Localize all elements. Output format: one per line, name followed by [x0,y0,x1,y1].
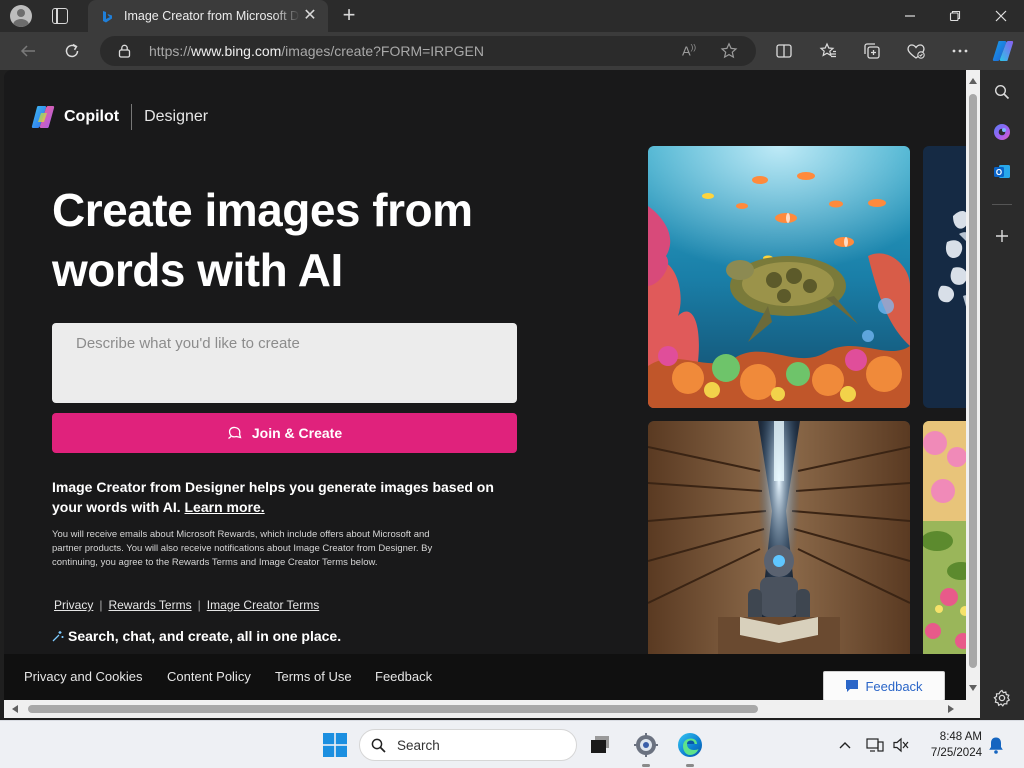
promo-text: Search, chat, and create, all in one pla… [52,628,341,644]
volume-muted-icon[interactable] [892,736,910,754]
browser-toolbar: https://www.bing.com/images/create?FORM=… [0,32,1024,70]
horizontal-scrollbar[interactable] [4,700,966,718]
footer-privacy-link[interactable]: Privacy and Cookies [24,669,143,684]
clock-date: 7/25/2024 [930,747,982,759]
rewards-terms-link[interactable]: Rewards Terms [108,598,191,612]
prompt-box[interactable] [52,323,517,403]
running-indicator [642,764,650,767]
favorites-icon[interactable] [818,41,838,61]
refresh-icon[interactable] [62,41,82,61]
task-view-icon[interactable] [587,732,613,758]
search-icon[interactable] [992,82,1012,102]
copilot-sidebar-icon[interactable] [992,122,1012,142]
sparkle-icon [52,631,64,642]
read-aloud-icon[interactable]: A)) [682,43,696,58]
join-create-button[interactable]: Join & Create [52,413,517,453]
windows-taskbar: Search 8:48 AM 7/25/2024 [0,720,1024,768]
split-screen-icon[interactable] [774,41,794,61]
url-text[interactable]: https://www.bing.com/images/create?FORM=… [149,43,484,59]
profile-icon[interactable] [10,5,32,27]
sample-image-library[interactable] [648,421,910,661]
vertical-scrollbar[interactable] [966,70,980,700]
page-title: Create images from words with AI [52,184,473,296]
legal-text: You will receive emails about Microsoft … [52,529,433,568]
browser-viewport: Copilot Designer Create images from word… [4,70,980,718]
close-window-icon[interactable] [978,0,1024,32]
sample-image-reef[interactable] [648,146,910,408]
close-icon[interactable]: ✕ [302,8,318,24]
join-create-label: Join & Create [251,425,343,441]
footer-feedback-link[interactable]: Feedback [375,669,432,684]
taskbar-clock[interactable]: 8:48 AM 7/25/2024 [914,729,982,761]
brand-divider [131,104,133,130]
back-icon[interactable] [18,41,38,61]
restore-icon[interactable] [932,0,978,32]
brand-product: Designer [144,108,209,125]
feedback-icon [846,680,859,692]
prompt-input[interactable] [52,323,517,403]
sidebar-divider [992,204,1012,205]
scroll-corner [966,700,980,718]
windows-start-icon[interactable] [323,733,347,757]
edge-icon[interactable] [677,732,703,758]
brand-header[interactable]: Copilot Designer [30,104,208,130]
outlook-icon[interactable]: O [992,162,1012,182]
scroll-down-arrow[interactable] [969,685,977,691]
terms-links: Privacy | Rewards Terms | Image Creator … [54,598,319,612]
running-indicator [686,764,694,767]
privacy-link[interactable]: Privacy [54,598,93,612]
page-content: Copilot Designer Create images from word… [4,70,973,661]
scroll-right-arrow[interactable] [948,705,954,713]
favorite-star-icon[interactable] [720,42,738,60]
lock-icon[interactable] [118,44,131,58]
tab-actions-icon[interactable] [52,8,68,24]
scroll-left-arrow[interactable] [12,705,18,713]
svg-text:O: O [996,168,1002,177]
brand-name: Copilot [64,108,120,125]
feedback-button[interactable]: Feedback [823,671,945,701]
scrollbar-thumb[interactable] [28,705,758,713]
bing-favicon [103,11,112,23]
page-footer: Privacy and Cookies Content Policy Terms… [4,654,966,700]
learn-more-link[interactable]: Learn more. [185,499,265,515]
search-icon [371,738,386,753]
chevron-up-icon[interactable] [836,736,854,754]
link-separator: | [197,598,201,612]
more-icon[interactable] [950,41,970,61]
address-bar[interactable]: https://www.bing.com/images/create?FORM=… [100,36,756,66]
clock-time: 8:48 AM [939,731,982,743]
tab-strip: Image Creator from Microsoft Designer ✕ … [0,0,1024,32]
description: Image Creator from Designer helps you ge… [52,479,494,515]
settings-icon[interactable] [992,688,1012,708]
footer-terms-link[interactable]: Terms of Use [275,669,352,684]
link-separator: | [99,598,103,612]
create-icon [227,426,242,440]
plus-icon[interactable] [992,226,1012,246]
image-creator-terms-link[interactable]: Image Creator Terms [207,598,319,612]
plus-icon[interactable]: + [338,4,360,26]
notification-bell-icon[interactable] [988,736,1004,754]
network-icon[interactable] [866,736,884,754]
edge-sidebar: O [980,70,1024,720]
minimize-icon[interactable] [887,0,933,32]
collections-icon[interactable] [862,41,882,61]
taskbar-search[interactable]: Search [359,729,577,761]
scroll-up-arrow[interactable] [969,78,977,84]
tab-title: Image Creator from Microsoft Designer [124,9,300,23]
scrollbar-thumb[interactable] [969,94,977,668]
tab-image-creator[interactable]: Image Creator from Microsoft Designer ✕ [88,0,328,32]
settings-app-icon[interactable] [633,732,659,758]
copilot-icon[interactable] [991,39,1015,63]
copilot-logo-icon [31,106,55,128]
footer-content-policy-link[interactable]: Content Policy [167,669,251,684]
browser-essentials-icon[interactable] [906,41,926,61]
